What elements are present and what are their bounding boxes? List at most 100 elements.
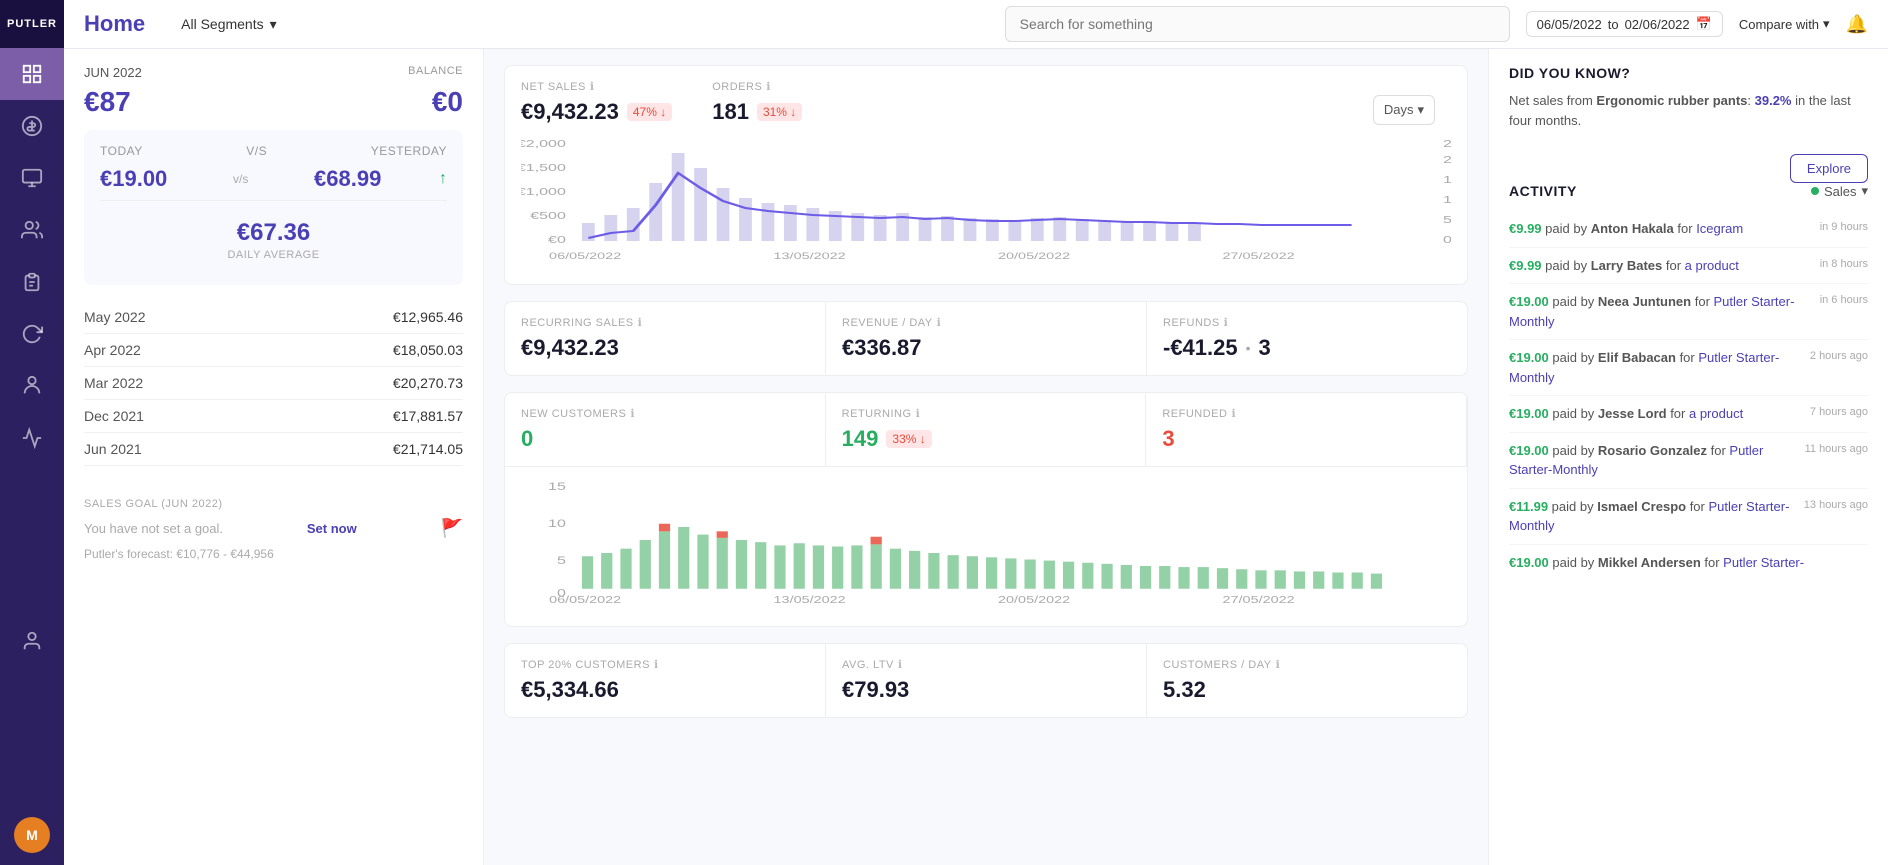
activity-title: ACTIVITY [1509, 183, 1577, 199]
balance-label: BALANCE [408, 65, 463, 77]
compare-button[interactable]: Compare with ▾ [1739, 16, 1830, 32]
info-icon: ℹ [766, 80, 771, 93]
user-avatar[interactable]: M [14, 817, 50, 853]
svg-text:13/05/2022: 13/05/2022 [774, 251, 847, 261]
search-input[interactable] [1005, 6, 1510, 42]
flag-icon[interactable]: 🚩 [441, 518, 463, 539]
calendar-icon: 📅 [1696, 16, 1712, 32]
activity-time: 7 hours ago [1810, 404, 1868, 421]
refunds-count: 3 [1259, 335, 1271, 361]
info-icon: ℹ [638, 316, 643, 329]
returning-value: 149 [842, 426, 879, 452]
sidebar-item-dashboard[interactable] [0, 48, 64, 100]
customers-section: NEW CUSTOMERS ℹ 0 RETURNING ℹ 149 33% ↓ [504, 392, 1468, 627]
notification-bell-icon[interactable]: 🔔 [1846, 14, 1868, 35]
box-icon [21, 167, 43, 189]
activity-amount: €19.00 [1509, 294, 1549, 309]
dyk-product: Ergonomic rubber pants [1596, 93, 1747, 108]
sidebar-item-affiliates[interactable] [0, 360, 64, 412]
activity-product-link[interactable]: a product [1685, 258, 1739, 273]
orders-label: ORDERS [712, 81, 762, 93]
sidebar-item-reports[interactable] [0, 256, 64, 308]
date-from: 06/05/2022 [1537, 17, 1602, 32]
refunds-value: -€41.25 [1163, 335, 1238, 361]
main-amount: €87 [84, 86, 131, 118]
page-title: Home [84, 11, 145, 37]
refunded-metric: REFUNDED ℹ 3 [1146, 393, 1467, 466]
stats-row: RECURRING SALES ℹ €9,432.23 REVENUE / DA… [504, 301, 1468, 376]
yesterday-label: YESTERDAY [371, 144, 447, 158]
daily-average-value: €67.36 [100, 219, 447, 247]
days-label: Days [1384, 102, 1414, 117]
date-separator: to [1608, 17, 1619, 32]
info-icon: ℹ [654, 658, 659, 671]
dollar-icon [21, 115, 43, 137]
did-you-know-section: DID YOU KNOW? Net sales from Ergonomic r… [1509, 65, 1868, 130]
net-sales-label: NET SALES [521, 81, 586, 93]
days-selector[interactable]: Days ▾ [1373, 95, 1435, 125]
sales-filter[interactable]: Sales ▾ [1811, 183, 1868, 199]
explore-button[interactable]: Explore [1790, 154, 1868, 183]
sidebar-item-subscriptions[interactable] [0, 308, 64, 360]
refunded-value: 3 [1162, 426, 1450, 452]
bottom-metrics: TOP 20% CUSTOMERS ℹ €5,334.66 AVG. LTV ℹ… [504, 643, 1468, 718]
revenue-day-value: €336.87 [842, 335, 1130, 361]
customers-day-value: 5.32 [1163, 677, 1451, 703]
activity-time: in 6 hours [1820, 292, 1868, 309]
clipboard-icon [21, 271, 43, 293]
activity-amount: €19.00 [1509, 406, 1549, 421]
svg-text:10: 10 [548, 517, 566, 529]
date-to: 02/06/2022 [1625, 17, 1690, 32]
date-range-picker[interactable]: 06/05/2022 to 02/06/2022 📅 [1526, 11, 1723, 37]
svg-text:10: 10 [1443, 194, 1451, 205]
set-now-link[interactable]: Set now [307, 521, 357, 536]
info-icon: ℹ [1224, 316, 1229, 329]
new-customers-label: NEW CUSTOMERS [521, 408, 626, 420]
today-vs-separator: v/s [233, 172, 248, 186]
activity-product-link[interactable]: Icegram [1696, 221, 1743, 236]
top20-label: TOP 20% CUSTOMERS [521, 659, 650, 671]
dyk-percent: 39.2% [1755, 93, 1792, 108]
customers-chart-container: 15 10 5 0 06/05/2022 13/05/2022 20/05/20… [505, 467, 1467, 626]
revenue-day-metric: REVENUE / DAY ℹ €336.87 [826, 302, 1147, 375]
dyk-title: DID YOU KNOW? [1509, 65, 1868, 81]
activity-amount: €11.99 [1509, 499, 1548, 514]
svg-text:€0: €0 [548, 234, 566, 245]
new-customers-value: 0 [521, 426, 809, 452]
middle-panel: NET SALES ℹ €9,432.23 47% ↓ ORDERS [484, 49, 1488, 865]
svg-text:20/05/2022: 20/05/2022 [998, 594, 1070, 605]
sales-goal-section: SALES GOAL (JUN 2022) You have not set a… [84, 482, 463, 569]
svg-text:5: 5 [557, 554, 566, 566]
yesterday-amount: €68.99 [314, 166, 381, 192]
forecast-label: Putler's forecast: €10,776 - €44,956 [84, 547, 463, 561]
customers-header: NEW CUSTOMERS ℹ 0 RETURNING ℹ 149 33% ↓ [505, 393, 1467, 467]
returning-label: RETURNING [842, 408, 912, 420]
svg-text:20: 20 [1443, 154, 1451, 165]
sidebar-item-sales[interactable] [0, 100, 64, 152]
info-icon: ℹ [916, 407, 921, 420]
sidebar-item-customers[interactable] [0, 204, 64, 256]
sales-filter-label: Sales [1824, 184, 1857, 199]
net-sales-badge: 47% ↓ [627, 103, 672, 121]
activity-product-link[interactable]: a product [1689, 406, 1743, 421]
dyk-text-middle: : [1747, 93, 1754, 108]
activity-item: 2 hours ago €19.00 paid by Elif Babacan … [1509, 340, 1868, 396]
segment-selector[interactable]: All Segments ▾ [173, 12, 285, 37]
activity-amount: €19.00 [1509, 555, 1549, 570]
sidebar-item-transactions[interactable] [0, 152, 64, 204]
net-sales-chart-container: €2,000 €1,500 €1,000 €500 €0 25 20 15 10… [505, 125, 1467, 284]
avg-ltv-metric: AVG. LTV ℹ €79.93 [826, 644, 1147, 717]
activity-product-link[interactable]: Putler Starter- [1723, 555, 1804, 570]
people-icon [21, 375, 43, 397]
sidebar-item-analytics[interactable] [0, 412, 64, 464]
info-icon: ℹ [1276, 658, 1281, 671]
activity-time: 2 hours ago [1810, 348, 1868, 365]
activity-item: in 6 hours €19.00 paid by Neea Juntunen … [1509, 284, 1868, 340]
list-item: May 2022 €12,965.46 [84, 301, 463, 334]
vs-label: v/s [246, 144, 267, 158]
recurring-sales-metric: RECURRING SALES ℹ €9,432.23 [505, 302, 826, 375]
left-panel: JUN 2022 BALANCE €87 €0 TODAY v/s YESTER… [64, 49, 484, 865]
sales-dot-icon [1811, 187, 1819, 195]
svg-text:€1,500: €1,500 [521, 162, 566, 173]
sidebar-item-settings[interactable] [0, 615, 64, 667]
